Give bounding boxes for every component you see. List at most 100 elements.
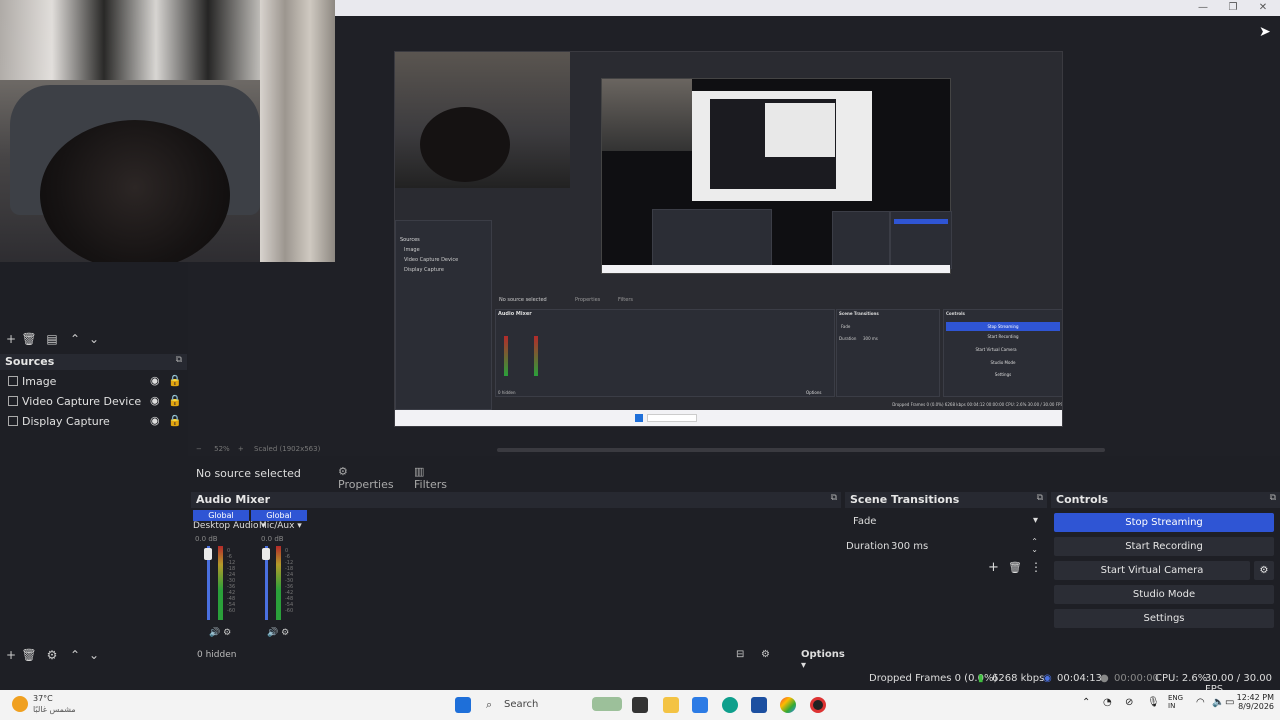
- filter-icon[interactable]: ▤: [43, 330, 61, 348]
- taskbar-search[interactable]: ⌕ Search: [480, 696, 622, 714]
- lock-icon[interactable]: 🔒: [168, 414, 182, 427]
- stop-streaming-button[interactable]: Stop Streaming: [1054, 513, 1274, 532]
- gear-icon[interactable]: ⚙: [43, 646, 61, 664]
- weather-temp[interactable]: 37°C: [33, 694, 53, 703]
- zoom-controls: − 52% + Scaled (1902x563): [196, 445, 336, 457]
- trash-icon[interactable]: 🗑: [1008, 561, 1022, 574]
- nested-settings: Settings: [994, 372, 1012, 377]
- volume-meter: [276, 546, 281, 620]
- source-item-label: Display Capture: [22, 415, 110, 428]
- hidden-count[interactable]: 0 hidden: [197, 650, 236, 660]
- popout-icon[interactable]: ⧉: [1037, 493, 1043, 503]
- nested-options: Options: [806, 390, 822, 395]
- obs-icon[interactable]: [810, 697, 826, 713]
- gear-icon[interactable]: ⚙: [281, 628, 289, 638]
- transition-select[interactable]: Fade ▾: [848, 513, 1042, 531]
- nested-audio-title: Audio Mixer: [498, 311, 532, 317]
- controls-title: Controls: [1056, 493, 1109, 506]
- channel-name-desktop-audio[interactable]: Desktop Audio ▾: [193, 521, 266, 531]
- os-taskbar: 37°C مشمس غالبًا ⌕ Search ⌃ ◔ ⊘ 🎙 ENG IN …: [0, 690, 1280, 720]
- preview-canvas[interactable]: Sources Image Video Capture Device Displ…: [394, 51, 1063, 427]
- lock-icon[interactable]: 🔒: [168, 374, 182, 387]
- language-indicator[interactable]: ENG IN: [1168, 694, 1183, 710]
- preview-scrollbar[interactable]: [497, 448, 1105, 452]
- channel-name-mic-aux[interactable]: Mic/Aux ▾: [259, 521, 302, 531]
- duration-input[interactable]: 300 ms ⌃ ⌄: [889, 538, 1042, 556]
- minimize-button[interactable]: —: [1188, 0, 1218, 16]
- source-item-display-capture[interactable]: Display Capture ◉ 🔒: [0, 412, 187, 432]
- add-icon[interactable]: +: [2, 646, 20, 664]
- controls-dock: Controls ⧉ Stop Streaming Start Recordin…: [1051, 492, 1280, 664]
- move-up-icon[interactable]: ⌃: [66, 646, 84, 664]
- clock[interactable]: 12:42 PM 8/9/2026: [1234, 693, 1274, 711]
- weather-desc[interactable]: مشمس غالبًا: [33, 705, 76, 714]
- maximize-button[interactable]: ❐: [1218, 0, 1248, 16]
- start-icon[interactable]: [455, 697, 471, 713]
- chrome-icon[interactable]: [780, 697, 796, 713]
- cpu-usage: CPU: 2.6%: [1155, 673, 1208, 684]
- nested-webcam: [395, 52, 570, 188]
- scenes-toolbar: + 🗑 ⚙ ⌃ ⌄: [0, 646, 187, 664]
- layout-icon[interactable]: ⊟: [736, 649, 744, 660]
- lock-icon[interactable]: 🔒: [168, 394, 182, 407]
- add-icon[interactable]: +: [988, 560, 999, 575]
- popout-icon[interactable]: ⧉: [831, 493, 837, 503]
- trash-icon[interactable]: 🗑: [20, 646, 38, 664]
- volume-icon[interactable]: 🔈: [1212, 697, 1224, 708]
- more-icon[interactable]: ⋮: [1030, 560, 1042, 574]
- duration-value: 300 ms: [891, 541, 929, 552]
- speaker-icon[interactable]: 🔊: [209, 628, 220, 638]
- tray-icon[interactable]: ⊘: [1125, 697, 1133, 708]
- source-item-video-capture[interactable]: Video Capture Device ◉ 🔒: [0, 392, 187, 412]
- settings-button[interactable]: Settings: [1054, 609, 1274, 628]
- nested-status: Dropped Frames 0 (0.0%) 6268 kbps 00:04:…: [892, 402, 1063, 407]
- eye-icon[interactable]: ◉: [150, 394, 160, 407]
- record-icon: ●: [1100, 673, 1109, 684]
- studio-mode-button[interactable]: Studio Mode: [1054, 585, 1274, 604]
- properties-button[interactable]: ⚙ Properties: [338, 465, 398, 491]
- advanced-audio-icon[interactable]: ⚙: [761, 649, 770, 660]
- zoom-in-icon[interactable]: +: [238, 445, 244, 453]
- scale-mode[interactable]: Scaled (1902x563): [254, 445, 320, 453]
- scene-transitions-header: Scene Transitions ⧉: [845, 492, 1047, 508]
- start-recording-button[interactable]: Start Recording: [1054, 537, 1274, 556]
- app-icon[interactable]: [751, 697, 767, 713]
- move-up-icon[interactable]: ⌃: [66, 330, 84, 348]
- zoom-out-icon[interactable]: −: [196, 445, 202, 453]
- weather-icon[interactable]: [12, 696, 28, 712]
- nested-controls-title: Controls: [946, 311, 965, 316]
- filters-button[interactable]: ▥ Filters: [414, 465, 458, 491]
- popout-icon[interactable]: ⧉: [176, 355, 182, 365]
- eye-icon[interactable]: ◉: [150, 414, 160, 427]
- tray-icon[interactable]: ◔: [1103, 697, 1112, 708]
- store-icon[interactable]: [692, 697, 708, 713]
- mic-icon[interactable]: 🎙: [1147, 697, 1160, 708]
- nested-transitions-dock: Scene Transitions Fade Duration 300 ms: [836, 309, 940, 397]
- virtual-camera-settings-button[interactable]: ⚙: [1254, 561, 1274, 580]
- volume-slider-handle[interactable]: [204, 548, 212, 560]
- chevron-up-icon[interactable]: ⌃: [1082, 697, 1090, 708]
- status-bar: Dropped Frames 0 (0.0%) ▮ 6268 kbps ◉ 00…: [0, 668, 1280, 695]
- edge-icon[interactable]: [722, 697, 738, 713]
- nested-fade: Fade: [841, 324, 851, 329]
- volume-slider-handle[interactable]: [262, 548, 270, 560]
- close-button[interactable]: ✕: [1248, 0, 1278, 16]
- task-view-icon[interactable]: [632, 697, 648, 713]
- sources-toolbar: + 🗑 ▤ ⌃ ⌄: [0, 330, 187, 350]
- trash-icon[interactable]: 🗑: [20, 330, 38, 348]
- move-down-icon[interactable]: ⌄: [85, 646, 103, 664]
- popout-icon[interactable]: ⧉: [1270, 493, 1276, 503]
- speaker-icon[interactable]: 🔊: [267, 628, 278, 638]
- source-item-image[interactable]: Image ◉ 🔒: [0, 372, 187, 392]
- nested-source-display: Display Capture: [404, 267, 444, 273]
- start-virtual-camera-button[interactable]: Start Virtual Camera: [1054, 561, 1250, 580]
- file-explorer-icon[interactable]: [663, 697, 679, 713]
- stepper-icon[interactable]: ⌃ ⌄: [1031, 538, 1038, 554]
- zoom-level: 52%: [214, 445, 230, 453]
- wifi-icon[interactable]: ◠: [1196, 697, 1205, 708]
- meter-ticks: 0 -6 -12 -18 -24 -30 -36 -42 -48 -54 -60: [227, 548, 239, 620]
- gear-icon[interactable]: ⚙: [223, 628, 231, 638]
- eye-icon[interactable]: ◉: [150, 374, 160, 387]
- add-icon[interactable]: +: [2, 330, 20, 348]
- move-down-icon[interactable]: ⌄: [85, 330, 103, 348]
